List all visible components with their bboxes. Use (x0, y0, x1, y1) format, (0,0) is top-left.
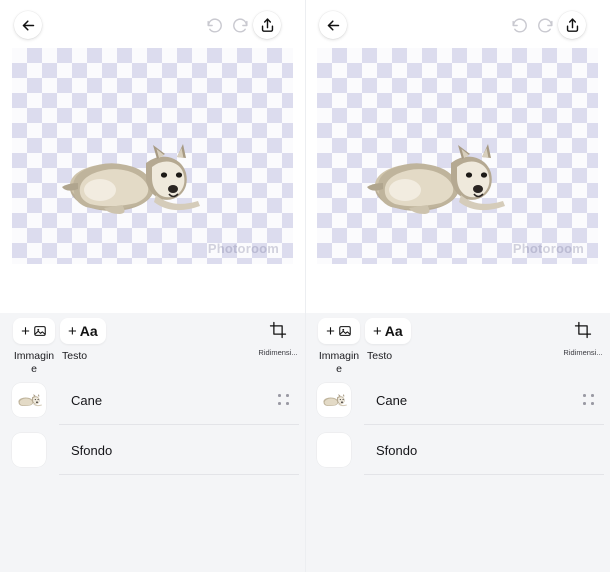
dog-subject-image[interactable] (60, 133, 200, 221)
share-icon (261, 17, 273, 32)
editor-sheet: + Immagine + Aa Testo Ridimensi... Cane … (0, 313, 305, 572)
resize-label: Ridimensi... (563, 348, 603, 357)
redo-button[interactable] (226, 11, 254, 39)
redo-button[interactable] (531, 11, 559, 39)
crop-icon (269, 321, 287, 339)
redo-icon (232, 17, 248, 33)
add-text-label: Testo (367, 350, 393, 362)
add-text-action[interactable]: + Aa Testo (58, 318, 120, 363)
undo-button[interactable] (200, 11, 228, 39)
empty-thumbnail[interactable] (12, 433, 46, 467)
layer-drag-handle[interactable] (582, 392, 596, 408)
dog-thumbnail[interactable] (317, 383, 351, 417)
resize-label: Ridimensi... (258, 348, 298, 357)
crop-icon (574, 321, 592, 339)
handle-dot (591, 402, 594, 405)
dog-thumbnail-icon (323, 393, 347, 407)
add-text-chip[interactable]: + Aa (60, 318, 106, 344)
undo-icon (206, 17, 222, 33)
quick-actions-row: + Immagine + Aa Testo Ridimensi... (0, 313, 305, 375)
canvas-watermark: Photoroom (207, 241, 279, 256)
handle-dot (278, 394, 281, 397)
plus-glyph: + (373, 322, 382, 340)
add-image-chip[interactable]: + (318, 318, 360, 344)
image-icon (339, 326, 351, 336)
dog-thumbnail[interactable] (12, 383, 46, 417)
image-icon (34, 326, 46, 336)
screenshot-root: Photoroom + Immagine + Aa Testo Ridimens… (0, 0, 610, 572)
layer-drag-handle[interactable] (277, 392, 291, 408)
share-button[interactable] (558, 11, 586, 39)
plus-glyph: + (68, 322, 77, 340)
add-text-label: Testo (62, 350, 88, 362)
arrow-left-icon (22, 19, 34, 31)
resize-action[interactable]: Ridimensi... (254, 318, 302, 357)
handle-dot (583, 394, 586, 397)
edit-canvas[interactable]: Photoroom (317, 48, 598, 264)
handle-dot (591, 394, 594, 397)
layer-name: Cane (376, 392, 408, 408)
arrow-left-icon (327, 19, 339, 31)
layer-row-background[interactable]: Sfondo (305, 425, 610, 475)
edit-canvas[interactable]: Photoroom (12, 48, 293, 264)
redo-icon (537, 17, 553, 33)
share-button[interactable] (253, 11, 281, 39)
layer-row-dog[interactable]: Cane (305, 375, 610, 425)
aa-glyph: Aa (79, 323, 98, 339)
plus-glyph: + (326, 322, 335, 340)
dog-thumbnail-icon (18, 393, 42, 407)
layer-divider (59, 474, 299, 475)
add-image-label: Immagine (13, 350, 55, 376)
layer-row-dog[interactable]: Cane (0, 375, 305, 425)
quick-actions-row: + Immagine + Aa Testo Ridimensi... (305, 313, 610, 375)
add-text-chip[interactable]: + Aa (365, 318, 411, 344)
layer-name: Sfondo (376, 442, 418, 458)
resize-chip[interactable] (570, 318, 596, 342)
add-image-action[interactable]: + Immagine (311, 318, 367, 376)
share-icon (566, 17, 578, 32)
capture-pane-right: Photoroom + Immagine + Aa Testo Ridimens… (305, 0, 610, 572)
layer-name: Sfondo (71, 442, 113, 458)
add-image-label: Immagine (318, 350, 360, 376)
capture-seam (305, 0, 306, 572)
canvas-watermark: Photoroom (512, 241, 584, 256)
add-image-action[interactable]: + Immagine (6, 318, 62, 376)
handle-dot (286, 402, 289, 405)
dog-subject-image[interactable] (365, 133, 505, 221)
aa-glyph: Aa (384, 323, 403, 339)
capture-pane-left: Photoroom + Immagine + Aa Testo Ridimens… (0, 0, 305, 572)
add-image-chip[interactable]: + (13, 318, 55, 344)
handle-dot (286, 394, 289, 397)
plus-glyph: + (21, 322, 30, 340)
top-toolbar (305, 0, 610, 48)
editor-sheet: + Immagine + Aa Testo Ridimensi... Cane … (305, 313, 610, 572)
handle-dot (583, 402, 586, 405)
layer-divider (364, 474, 604, 475)
resize-action[interactable]: Ridimensi... (559, 318, 607, 357)
resize-chip[interactable] (265, 318, 291, 342)
back-button[interactable] (14, 11, 42, 39)
empty-thumbnail[interactable] (317, 433, 351, 467)
back-button[interactable] (319, 11, 347, 39)
handle-dot (278, 402, 281, 405)
layer-name: Cane (71, 392, 103, 408)
top-toolbar (0, 0, 305, 48)
undo-icon (511, 17, 527, 33)
undo-button[interactable] (505, 11, 533, 39)
layer-row-background[interactable]: Sfondo (0, 425, 305, 475)
add-text-action[interactable]: + Aa Testo (363, 318, 425, 363)
